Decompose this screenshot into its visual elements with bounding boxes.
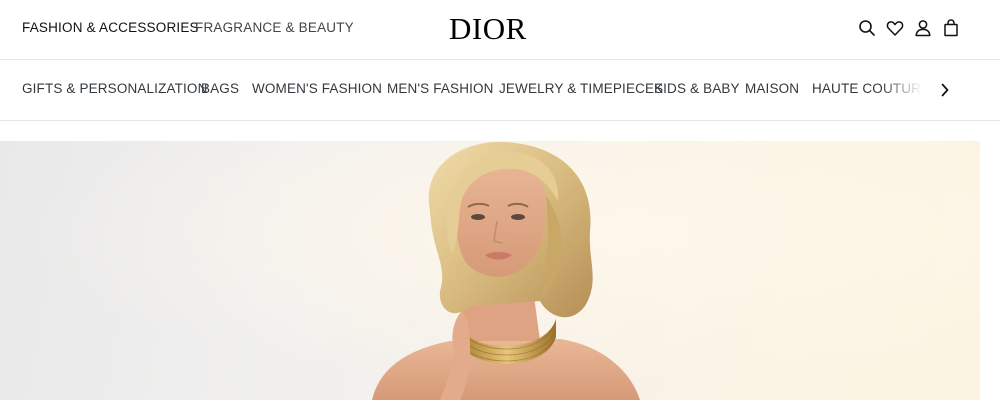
nav-item-bags[interactable]: BAGS	[201, 81, 239, 96]
nav-item-mens-fashion[interactable]: MEN'S FASHION	[387, 81, 494, 96]
nav-item-kids-baby[interactable]: KIDS & BABY	[654, 81, 740, 96]
dior-logo[interactable]: DIOR	[449, 11, 527, 47]
top-header: FASHION & ACCESSORIES FRAGRANCE & BEAUTY…	[0, 0, 1000, 60]
hero-banner[interactable]	[0, 141, 980, 400]
campaign-portrait	[0, 141, 980, 400]
nav-item-womens-fashion[interactable]: WOMEN'S FASHION	[252, 81, 382, 96]
chevron-right-icon	[941, 83, 949, 97]
nav-item-maison[interactable]: MAISON	[745, 81, 799, 96]
nav-next-button[interactable]	[930, 60, 960, 120]
nav-item-jewelry-timepieces[interactable]: JEWELRY & TIMEPIECES	[499, 81, 663, 96]
nav-fade-overlay	[880, 60, 930, 120]
search-icon[interactable]	[857, 17, 877, 39]
account-icon[interactable]	[913, 17, 933, 39]
nav-item-gifts-personalization[interactable]: GIFTS & PERSONALIZATION	[22, 81, 207, 96]
universe-fashion-accessories[interactable]: FASHION & ACCESSORIES	[22, 20, 199, 35]
heart-icon[interactable]	[885, 17, 905, 39]
category-nav: GIFTS & PERSONALIZATION BAGS WOMEN'S FAS…	[0, 60, 1000, 121]
universe-fragrance-beauty[interactable]: FRAGRANCE & BEAUTY	[195, 20, 354, 35]
bag-icon[interactable]	[941, 17, 961, 39]
